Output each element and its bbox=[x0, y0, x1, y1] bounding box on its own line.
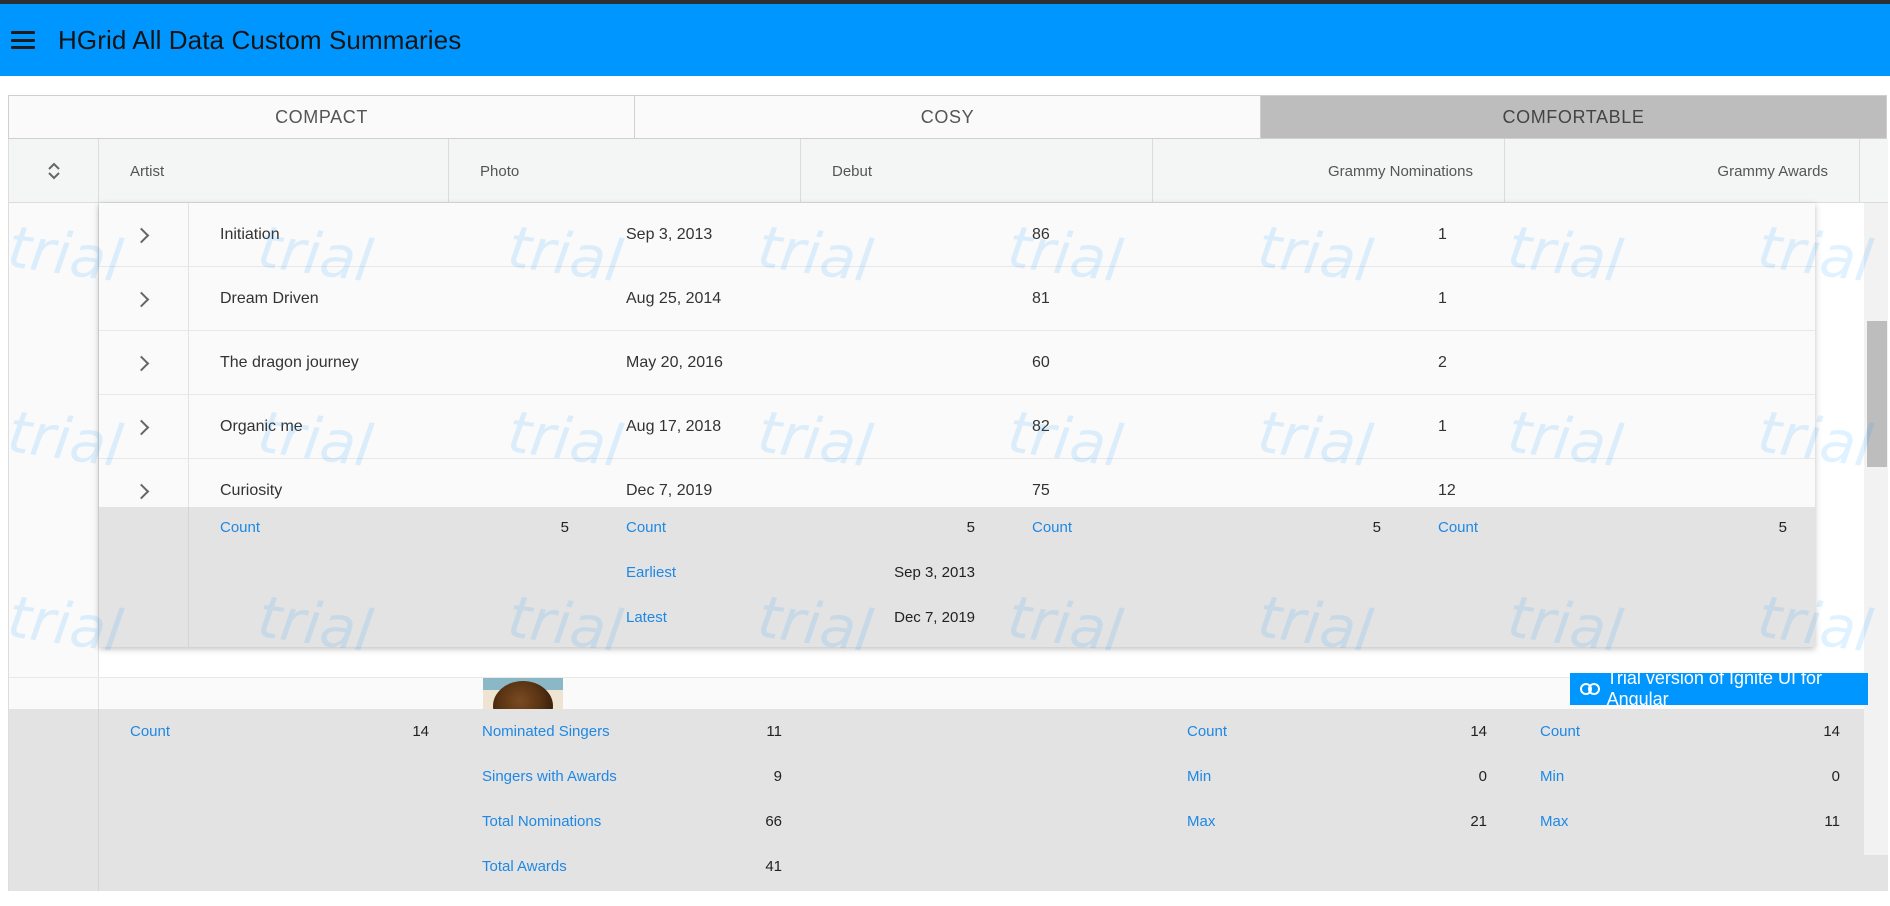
launch-date-cell: Aug 17, 2018 bbox=[626, 418, 722, 435]
summary-label: Max bbox=[1187, 813, 1216, 830]
launch-date-cell: Aug 25, 2014 bbox=[626, 290, 722, 307]
column-header-grammy-awards[interactable]: Grammy Awards bbox=[1505, 139, 1860, 203]
summary-value: 11 bbox=[1824, 813, 1840, 830]
summary-label: Total Nominations bbox=[482, 813, 602, 830]
summary-label: Max bbox=[1540, 813, 1569, 830]
grid-header: Artist Photo Debut Grammy Nominations Gr… bbox=[9, 139, 1864, 203]
top-track-cell: 1 bbox=[1438, 290, 1447, 307]
child-row[interactable]: Dream Driven Aug 25, 2014 81 1 bbox=[99, 267, 1815, 331]
summary-value: 11 bbox=[766, 723, 782, 740]
summary-value: Sep 3, 2013 bbox=[894, 564, 975, 581]
child-grid: Initiation Sep 3, 2013 86 1 Dream Driven… bbox=[99, 203, 1815, 647]
child-row[interactable]: Organic me Aug 17, 2018 82 1 bbox=[99, 395, 1815, 459]
summary-label: Singers with Awards bbox=[482, 768, 617, 785]
app-bar: HGrid All Data Custom Summaries bbox=[0, 4, 1890, 76]
top-track-cell: 1 bbox=[1438, 418, 1447, 435]
page-title: HGrid All Data Custom Summaries bbox=[58, 24, 462, 55]
score-cell: 86 bbox=[1032, 226, 1050, 243]
column-header-grammy-nominations[interactable]: Grammy Nominations bbox=[1153, 139, 1505, 203]
chevron-right-icon[interactable] bbox=[99, 267, 189, 331]
density-cosy-button[interactable]: COSY bbox=[635, 96, 1261, 138]
summary-label: Count bbox=[130, 723, 171, 740]
page-bottom bbox=[0, 891, 1890, 906]
album-cell: Organic me bbox=[220, 418, 303, 435]
summary-value: 0 bbox=[1478, 768, 1487, 785]
album-cell: Initiation bbox=[220, 226, 280, 243]
summary-label: Earliest bbox=[626, 564, 677, 581]
launch-date-cell: May 20, 2016 bbox=[626, 354, 723, 371]
summary-label: Count bbox=[1438, 519, 1479, 536]
parent-row-gutter-cell bbox=[9, 678, 99, 710]
summary-value: 21 bbox=[1470, 813, 1487, 830]
chevron-right-icon[interactable] bbox=[99, 331, 189, 395]
parent-summary-row: Count 14 Nominated Singers 11 Singers wi… bbox=[9, 709, 1888, 891]
summary-value: 5 bbox=[966, 519, 975, 536]
top-track-cell: 2 bbox=[1438, 354, 1447, 371]
header-scroll-spacer bbox=[1864, 139, 1888, 203]
parent-summary-gutter bbox=[9, 709, 99, 891]
summary-label: Min bbox=[1187, 768, 1212, 785]
summary-label: Count bbox=[1187, 723, 1228, 740]
summary-value: 9 bbox=[773, 768, 782, 785]
density-button-group: COMPACT COSY COMFORTABLE bbox=[8, 95, 1887, 139]
collapse-all-glyph bbox=[47, 162, 60, 180]
summary-value: Dec 7, 2019 bbox=[894, 609, 975, 626]
launch-date-cell: Sep 3, 2013 bbox=[626, 226, 713, 243]
summary-label: Min bbox=[1540, 768, 1565, 785]
summary-value: 14 bbox=[1470, 723, 1487, 740]
column-header-photo[interactable]: Photo bbox=[449, 139, 801, 203]
density-compact-button[interactable]: COMPACT bbox=[9, 96, 635, 138]
vertical-scrollbar[interactable] bbox=[1864, 203, 1888, 855]
link-icon bbox=[1580, 683, 1600, 695]
parent-row-gutter bbox=[9, 203, 99, 677]
summary-value: 0 bbox=[1831, 768, 1840, 785]
score-cell: 60 bbox=[1032, 354, 1050, 371]
summary-label: Count bbox=[626, 519, 667, 536]
score-cell: 81 bbox=[1032, 290, 1050, 307]
menu-icon[interactable] bbox=[11, 31, 35, 49]
child-summary-row: Count 5 Count 5 Earliest Sep 3, 2013 Lat… bbox=[99, 507, 1815, 647]
column-header-artist[interactable]: Artist bbox=[99, 139, 449, 203]
summary-value: 5 bbox=[1372, 519, 1381, 536]
column-header-debut[interactable]: Debut bbox=[801, 139, 1153, 203]
trial-banner-link[interactable]: Trial version of Ignite UI for Angular bbox=[1570, 668, 1868, 709]
collapse-all-icon[interactable] bbox=[9, 139, 99, 203]
density-comfortable-button[interactable]: COMFORTABLE bbox=[1261, 96, 1886, 138]
summary-label: Nominated Singers bbox=[482, 723, 610, 740]
hierarchical-grid: Artist Photo Debut Grammy Nominations Gr… bbox=[8, 139, 1888, 891]
summary-label: Count bbox=[220, 519, 261, 536]
chevron-right-icon[interactable] bbox=[99, 395, 189, 459]
top-track-cell: 1 bbox=[1438, 226, 1447, 243]
summary-value: 5 bbox=[560, 519, 569, 536]
trial-banner-text: Trial version of Ignite UI for Angular bbox=[1606, 668, 1822, 709]
child-row[interactable]: The dragon journey May 20, 2016 60 2 bbox=[99, 331, 1815, 395]
child-row[interactable]: Initiation Sep 3, 2013 86 1 bbox=[99, 203, 1815, 267]
summary-value: 5 bbox=[1778, 519, 1787, 536]
summary-value: 14 bbox=[412, 723, 429, 740]
album-cell: The dragon journey bbox=[220, 354, 359, 371]
summary-label: Count bbox=[1032, 519, 1073, 536]
album-cell: Dream Driven bbox=[220, 290, 319, 307]
summary-label: Count bbox=[1540, 723, 1581, 740]
summary-value: 14 bbox=[1823, 723, 1840, 740]
summary-label: Latest bbox=[626, 609, 667, 626]
summary-label: Total Awards bbox=[482, 858, 567, 875]
summary-value: 66 bbox=[765, 813, 782, 830]
child-summary-gutter bbox=[99, 507, 189, 647]
score-cell: 82 bbox=[1032, 418, 1050, 435]
chevron-right-icon[interactable] bbox=[99, 203, 189, 267]
scrollbar-thumb[interactable] bbox=[1867, 321, 1887, 467]
summary-value: 41 bbox=[765, 858, 782, 875]
artist-photo bbox=[483, 678, 563, 710]
